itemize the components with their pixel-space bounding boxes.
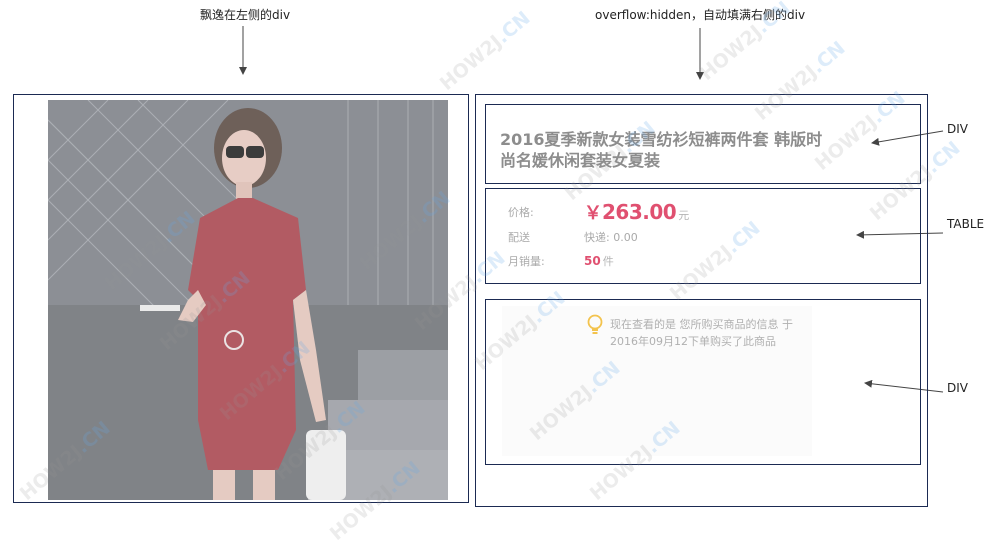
price-value: 263.00 bbox=[602, 200, 677, 224]
sales-label: 月销量: bbox=[508, 255, 545, 268]
table-row: 月销量: 50 件 bbox=[508, 249, 689, 273]
annotation-div-bottom: DIV bbox=[947, 381, 968, 395]
sales-cell: 50 件 bbox=[584, 249, 689, 273]
table-row: 配送 快递: 0.00 bbox=[508, 225, 689, 249]
price-label: 价格: bbox=[508, 206, 534, 219]
annotation-left-float: 飘逸在左侧的div bbox=[200, 8, 291, 22]
left-float-div bbox=[13, 94, 469, 503]
annotation-table: TABLE bbox=[947, 217, 985, 231]
info-table-box: 价格: ￥263.00 元 配送 快递: 0.00 月销量: 50 件 bbox=[485, 188, 921, 284]
sales-unit: 件 bbox=[602, 255, 614, 268]
product-title: 2016夏季新款女装雪纺衫短裤两件套 韩版时尚名媛休闲套装女夏装 bbox=[500, 130, 823, 170]
watermark: HOW2J.CN bbox=[435, 7, 535, 95]
product-photo-illustration bbox=[48, 100, 448, 500]
notice-text: 现在查看的是 您所购买商品的信息 于2016年09月12下单购买了此商品 bbox=[610, 318, 793, 348]
price-unit: 元 bbox=[678, 209, 690, 222]
lightbulb-icon bbox=[587, 314, 603, 334]
table-row: 价格: ￥263.00 元 bbox=[508, 199, 689, 225]
product-info-table: 价格: ￥263.00 元 配送 快递: 0.00 月销量: 50 件 bbox=[508, 199, 689, 273]
title-div: 2016夏季新款女装雪纺衫短裤两件套 韩版时尚名媛休闲套装女夏装 bbox=[485, 104, 921, 184]
right-fill-div: 2016夏季新款女装雪纺衫短裤两件套 韩版时尚名媛休闲套装女夏装 价格: ￥26… bbox=[475, 94, 928, 507]
notice-panel: 现在查看的是 您所购买商品的信息 于2016年09月12下单购买了此商品 bbox=[502, 306, 812, 456]
annotation-div-top: DIV bbox=[947, 122, 968, 136]
shipping-label: 配送 bbox=[508, 231, 530, 244]
price-cell: ￥263.00 元 bbox=[584, 199, 689, 225]
notice-div: 现在查看的是 您所购买商品的信息 于2016年09月12下单购买了此商品 bbox=[485, 299, 921, 465]
annotation-right-fill: overflow:hidden，自动填满右侧的div bbox=[595, 8, 806, 22]
price-currency: ￥ bbox=[584, 203, 602, 224]
sales-value: 50 bbox=[584, 254, 601, 268]
product-image bbox=[48, 100, 448, 500]
shipping-value: 快递: 0.00 bbox=[584, 231, 638, 244]
